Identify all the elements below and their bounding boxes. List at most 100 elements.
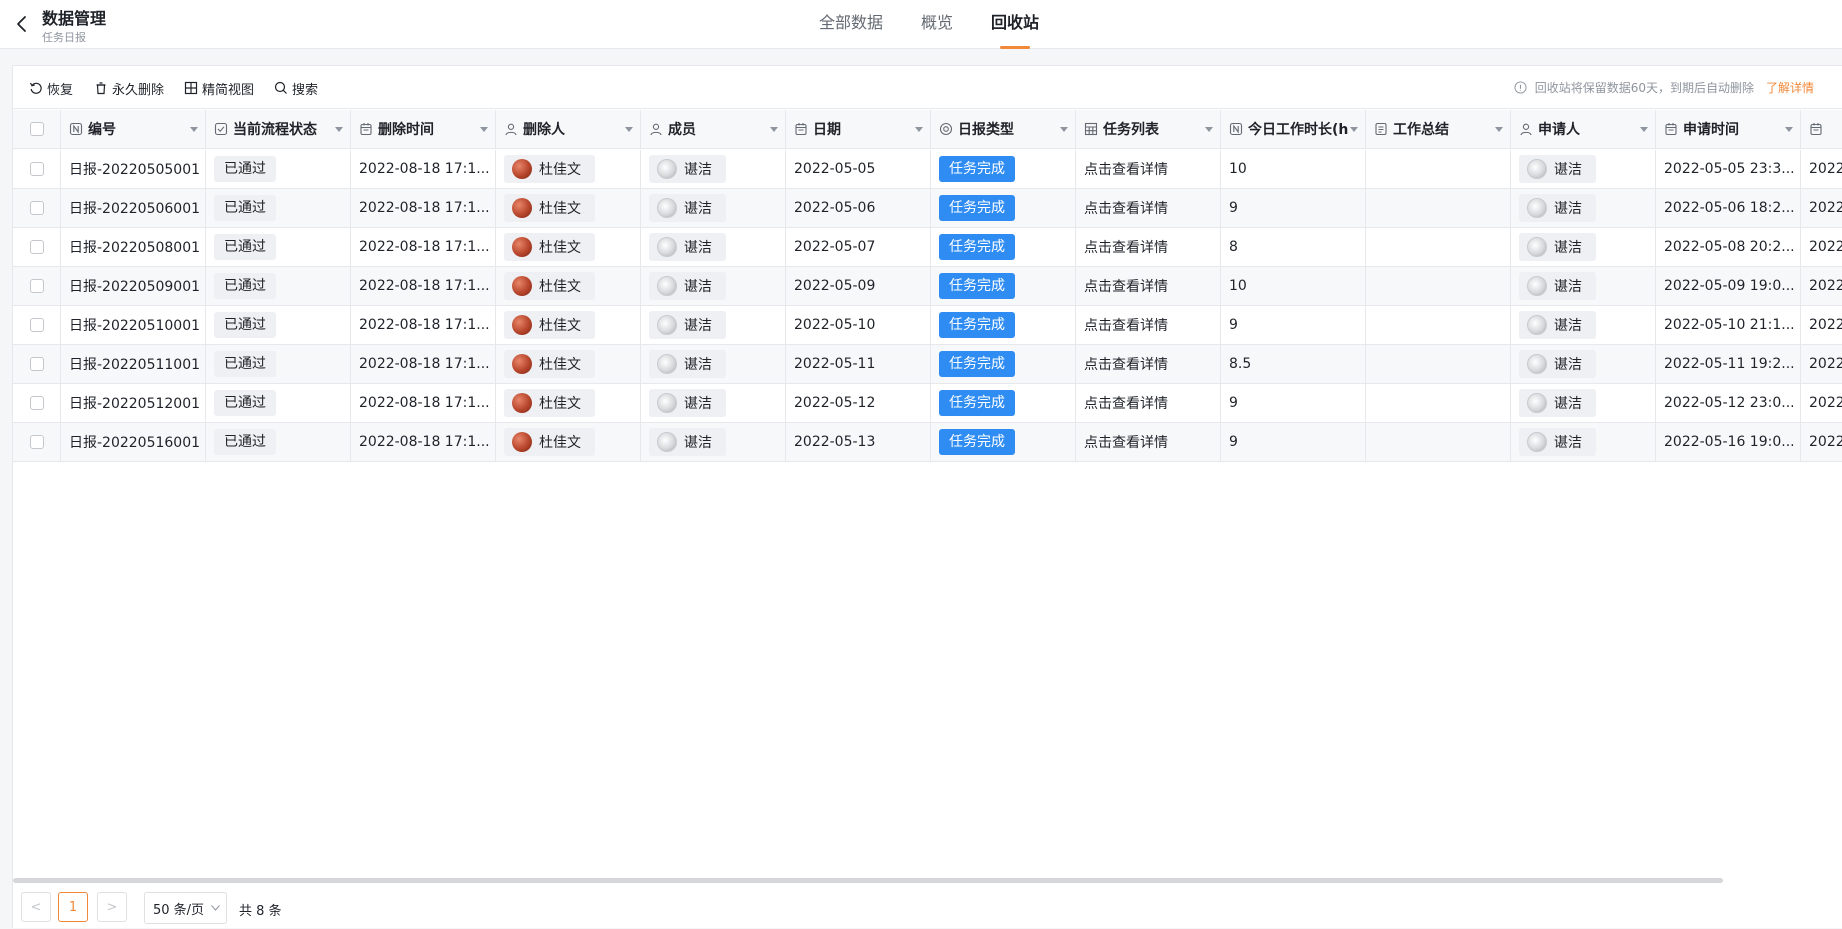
row-checkbox[interactable]: [29, 396, 44, 410]
table-row[interactable]: 日报-20220509001 已通过 2022-08-18 17:1... 杜佳文 谌洁…: [13, 267, 1842, 306]
table-row[interactable]: 日报-20220508001 已通过 2022-08-18 17:1... 杜佳文 谌洁…: [13, 228, 1842, 267]
column-header-applied-at[interactable]: 申请时间: [1656, 110, 1801, 148]
view-details-link[interactable]: 点击查看详情: [1084, 432, 1168, 452]
user-chip[interactable]: 杜佳文: [504, 155, 595, 183]
column-header-status[interactable]: 当前流程状态: [206, 110, 351, 148]
view-details-link[interactable]: 点击查看详情: [1084, 354, 1168, 374]
table-row[interactable]: 日报-20220511001 已通过 2022-08-18 17:1... 杜佳文 谌洁…: [13, 345, 1842, 384]
column-header-applicant[interactable]: 申请人: [1511, 110, 1656, 148]
view-details-link[interactable]: 点击查看详情: [1084, 198, 1168, 218]
row-checkbox[interactable]: [29, 162, 44, 176]
status-badge: 已通过: [214, 234, 276, 260]
column-menu-caret-icon[interactable]: [480, 127, 488, 132]
restore-button[interactable]: 恢复: [29, 78, 73, 98]
user-name: 谌洁: [684, 396, 712, 412]
user-chip[interactable]: 谌洁: [649, 233, 726, 261]
view-details-link[interactable]: 点击查看详情: [1084, 315, 1168, 335]
user-chip[interactable]: 谌洁: [1519, 272, 1596, 300]
column-header-deleted-by[interactable]: 删除人: [496, 110, 641, 148]
column-menu-caret-icon[interactable]: [770, 127, 778, 132]
table-row[interactable]: 日报-20220510001 已通过 2022-08-18 17:1... 杜佳文 谌洁…: [13, 306, 1842, 345]
user-chip[interactable]: 谌洁: [649, 155, 726, 183]
prev-page-button[interactable]: <: [21, 892, 51, 922]
user-chip[interactable]: 杜佳文: [504, 311, 595, 339]
user-chip[interactable]: 谌洁: [649, 311, 726, 339]
column-header-report-type[interactable]: 日报类型: [931, 110, 1076, 148]
horizontal-scrollbar[interactable]: [13, 878, 1723, 883]
page-size-select[interactable]: 50 条/页: [144, 892, 227, 924]
column-menu-caret-icon[interactable]: [190, 127, 198, 132]
learn-more-link[interactable]: 了解详情: [1766, 79, 1814, 96]
user-chip[interactable]: 谌洁: [649, 428, 726, 456]
user-chip[interactable]: 杜佳文: [504, 389, 595, 417]
cell-task-list: 点击查看详情: [1076, 189, 1221, 227]
user-chip[interactable]: 杜佳文: [504, 194, 595, 222]
table-row[interactable]: 日报-20220505001 已通过 2022-08-18 17:1... 杜佳文 谌洁…: [13, 150, 1842, 189]
back-arrow-icon[interactable]: [12, 14, 32, 34]
user-chip[interactable]: 谌洁: [649, 272, 726, 300]
column-header-hours[interactable]: 今日工作时长(h: [1221, 110, 1366, 148]
user-chip[interactable]: 谌洁: [1519, 155, 1596, 183]
column-menu-caret-icon[interactable]: [1640, 127, 1648, 132]
user-chip[interactable]: 谌洁: [1519, 194, 1596, 222]
column-header-summary[interactable]: 工作总结: [1366, 110, 1511, 148]
column-menu-caret-icon[interactable]: [1205, 127, 1213, 132]
user-chip[interactable]: 谌洁: [1519, 311, 1596, 339]
column-header-task-list[interactable]: 任务列表: [1076, 110, 1221, 148]
table-row[interactable]: 日报-20220512001 已通过 2022-08-18 17:1... 杜佳文 谌洁…: [13, 384, 1842, 423]
row-checkbox[interactable]: [29, 240, 44, 254]
row-checkbox[interactable]: [29, 435, 44, 449]
column-header-date[interactable]: 日期: [786, 110, 931, 148]
table-header: 编号 当前流程状态 删除时间 删除人 成员 日期 日报类型 任务列表 今日工作时长(h 工作总结 申…: [13, 110, 1842, 149]
column-header-label: 申请人: [1538, 122, 1580, 138]
tab-overview[interactable]: 概览: [902, 0, 972, 49]
user-chip[interactable]: 谌洁: [649, 389, 726, 417]
user-chip[interactable]: 杜佳文: [504, 350, 595, 378]
cell-text: 2022-08-18 17:1...: [359, 434, 490, 450]
user-chip[interactable]: 谌洁: [1519, 350, 1596, 378]
user-chip[interactable]: 杜佳文: [504, 428, 595, 456]
row-checkbox[interactable]: [29, 318, 44, 332]
user-name: 谌洁: [1554, 396, 1582, 412]
select-all-checkbox[interactable]: [29, 122, 44, 136]
user-chip[interactable]: 谌洁: [1519, 389, 1596, 417]
number-field-icon: [69, 122, 83, 136]
view-details-link[interactable]: 点击查看详情: [1084, 159, 1168, 179]
user-chip[interactable]: 谌洁: [1519, 233, 1596, 261]
column-menu-caret-icon[interactable]: [1060, 127, 1068, 132]
compact-view-button[interactable]: 精简视图: [184, 78, 254, 98]
view-details-link[interactable]: 点击查看详情: [1084, 237, 1168, 257]
tab-recycle-bin[interactable]: 回收站: [972, 0, 1058, 49]
view-details-link[interactable]: 点击查看详情: [1084, 276, 1168, 296]
column-header-member[interactable]: 成员: [641, 110, 786, 148]
column-menu-caret-icon[interactable]: [915, 127, 923, 132]
report-type-tag: 任务完成: [939, 429, 1015, 455]
row-checkbox[interactable]: [29, 357, 44, 371]
column-header-deleted-at[interactable]: 删除时间: [351, 110, 496, 148]
page-1-button[interactable]: 1: [58, 892, 88, 922]
row-checkbox[interactable]: [29, 201, 44, 215]
row-checkbox[interactable]: [29, 279, 44, 293]
calendar-icon: [1665, 123, 1677, 136]
column-menu-caret-icon[interactable]: [335, 127, 343, 132]
permanent-delete-button[interactable]: 永久删除: [94, 78, 164, 98]
user-chip[interactable]: 杜佳文: [504, 233, 595, 261]
user-chip[interactable]: 谌洁: [1519, 428, 1596, 456]
column-header-extra[interactable]: [1801, 110, 1842, 148]
avatar: [512, 432, 532, 452]
user-chip[interactable]: 杜佳文: [504, 272, 595, 300]
search-button[interactable]: 搜索: [274, 78, 318, 98]
user-chip[interactable]: 谌洁: [649, 350, 726, 378]
user-name: 谌洁: [1554, 318, 1582, 334]
table-row[interactable]: 日报-20220516001 已通过 2022-08-18 17:1... 杜佳文 谌洁…: [13, 423, 1842, 462]
next-page-button[interactable]: >: [97, 892, 127, 922]
tab-all-data[interactable]: 全部数据: [800, 0, 902, 49]
user-chip[interactable]: 谌洁: [649, 194, 726, 222]
view-details-link[interactable]: 点击查看详情: [1084, 393, 1168, 413]
column-menu-caret-icon[interactable]: [1495, 127, 1503, 132]
column-menu-caret-icon[interactable]: [625, 127, 633, 132]
column-menu-caret-icon[interactable]: [1350, 127, 1358, 132]
table-row[interactable]: 日报-20220506001 已通过 2022-08-18 17:1... 杜佳文 谌洁…: [13, 189, 1842, 228]
column-header-id[interactable]: 编号: [61, 110, 206, 148]
column-menu-caret-icon[interactable]: [1785, 127, 1793, 132]
